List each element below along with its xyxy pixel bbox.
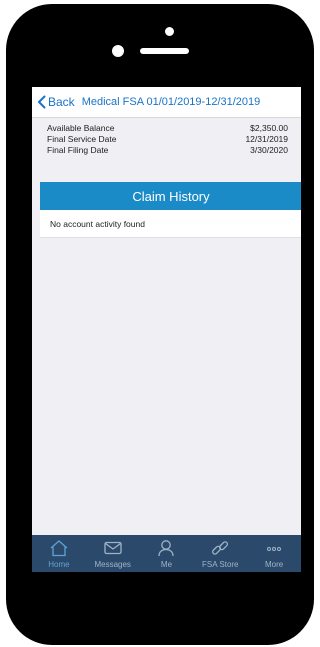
navigation-bar: Back Medical FSA 01/01/2019-12/31/2019: [32, 87, 301, 118]
tab-more[interactable]: More: [247, 535, 301, 572]
earpiece-speaker: [140, 48, 189, 54]
proximity-sensor: [112, 45, 124, 57]
tab-home[interactable]: Home: [32, 535, 86, 572]
summary-label: Available Balance: [47, 123, 115, 133]
link-icon: [210, 538, 230, 558]
phone-frame: Back Medical FSA 01/01/2019-12/31/2019 A…: [6, 4, 314, 645]
back-button-label: Back: [48, 95, 75, 109]
summary-row-available-balance: Available Balance $2,350.00: [32, 123, 301, 134]
summary-row-final-service-date: Final Service Date 12/31/2019: [32, 134, 301, 145]
summary-value: $2,350.00: [250, 123, 288, 133]
app-screen: Back Medical FSA 01/01/2019-12/31/2019 A…: [32, 87, 301, 572]
tab-label: Home: [48, 560, 70, 569]
summary-value: 12/31/2019: [245, 134, 288, 144]
tab-me[interactable]: Me: [140, 535, 194, 572]
tab-label: Messages: [94, 560, 131, 569]
tab-label: FSA Store: [202, 560, 239, 569]
summary-value: 3/30/2020: [250, 145, 288, 155]
claim-history-header: Claim History: [40, 182, 301, 210]
summary-row-final-filing-date: Final Filing Date 3/30/2020: [32, 145, 301, 156]
person-icon: [156, 538, 176, 558]
ellipsis-icon: [264, 538, 284, 558]
bottom-tab-bar: Home Messages Me FSA Store More: [32, 535, 301, 572]
tab-fsa-store[interactable]: FSA Store: [193, 535, 247, 572]
back-button[interactable]: Back: [37, 95, 75, 109]
home-icon: [49, 538, 69, 558]
page: Back Medical FSA 01/01/2019-12/31/2019 A…: [0, 0, 316, 647]
tab-label: Me: [160, 560, 173, 569]
summary-label: Final Service Date: [47, 134, 117, 144]
account-summary: Available Balance $2,350.00 Final Servic…: [32, 123, 301, 156]
tab-messages[interactable]: Messages: [86, 535, 140, 572]
summary-label: Final Filing Date: [47, 145, 109, 155]
front-camera: [165, 27, 174, 36]
tab-label: More: [264, 560, 284, 569]
claim-history-empty-message: No account activity found: [40, 210, 301, 238]
envelope-icon: [103, 538, 123, 558]
page-title: Medical FSA 01/01/2019-12/31/2019: [81, 96, 261, 108]
empty-state-text: No account activity found: [50, 218, 145, 229]
chevron-left-icon: [37, 95, 48, 109]
